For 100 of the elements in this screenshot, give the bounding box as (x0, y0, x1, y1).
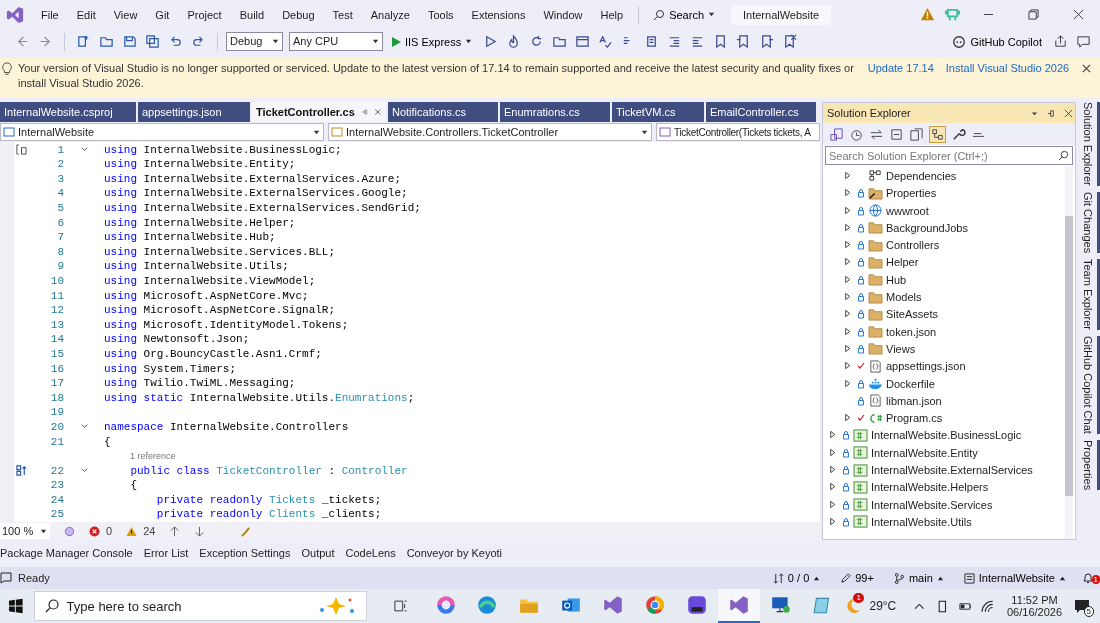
loop-app-icon[interactable] (717, 589, 760, 623)
snippet-icon[interactable] (15, 144, 27, 156)
tree-item[interactable]: Controllers (886, 239, 940, 252)
bookmark-next-icon[interactable] (759, 34, 775, 50)
menu-item[interactable]: Test (323, 8, 362, 21)
tree-item[interactable]: InternalWebsite.Helpers (871, 481, 989, 494)
tree-item[interactable]: appsettings.json (886, 360, 966, 373)
tool-window-tab[interactable]: Conveyor by Keyoti (401, 547, 508, 560)
warning-icon[interactable] (126, 525, 138, 537)
feedback-icon[interactable] (1076, 34, 1091, 50)
wifi-icon[interactable] (981, 599, 994, 613)
repository-button[interactable]: InternalWebsite (959, 572, 1070, 585)
tree-item[interactable]: Dockerfile (886, 377, 935, 390)
side-tab[interactable]: GitHub Copilot Chat (1078, 336, 1100, 434)
share-icon[interactable] (1053, 34, 1068, 50)
error-icon[interactable] (89, 525, 100, 537)
pin-icon[interactable] (1047, 108, 1056, 118)
menu-item[interactable]: Extensions (462, 8, 535, 21)
override-icon[interactable] (15, 465, 27, 477)
side-tab[interactable]: Git Changes (1078, 192, 1100, 254)
tree-item[interactable]: SiteAssets (886, 308, 938, 321)
tree-item[interactable]: Program.cs (886, 412, 943, 425)
menu-item[interactable]: Window (534, 8, 592, 21)
close-icon[interactable] (1073, 9, 1084, 21)
scrollbar[interactable] (1065, 166, 1073, 540)
document-tab[interactable]: TicketVM.cs (612, 102, 704, 123)
spellcheck-icon[interactable] (598, 34, 614, 50)
filter-icon[interactable] (929, 125, 946, 143)
document-tab[interactable]: appsettings.json (138, 102, 250, 123)
reference-count[interactable]: 1 reference (104, 451, 176, 462)
navigation-dropdown[interactable]: InternalWebsite.Controllers.TicketController (328, 123, 652, 142)
menu-item[interactable]: Project (178, 8, 231, 21)
tool-window-tab[interactable]: CodeLens (340, 547, 401, 560)
platform-dropdown[interactable]: Any CPU (289, 32, 383, 52)
window-icon[interactable] (575, 34, 591, 50)
tree-item[interactable]: Hub (886, 273, 907, 286)
tree-item[interactable]: InternalWebsite.ExternalServices (871, 464, 1033, 476)
document-tab[interactable]: EmailController.cs (706, 102, 816, 123)
brush-icon[interactable] (239, 525, 253, 537)
document-tab[interactable]: TicketController.cs (252, 102, 386, 123)
bell-icon[interactable] (1082, 572, 1094, 585)
clock-date[interactable]: 06/16/2026 (1006, 606, 1063, 618)
arrow-up-icon[interactable] (169, 525, 181, 537)
info-link[interactable]: Install Visual Studio 2026 (945, 60, 1070, 76)
menu-item[interactable]: Build (230, 8, 274, 21)
navigation-dropdown[interactable]: TicketController(Tickets tickets, A (656, 123, 820, 142)
tool-window-tab[interactable]: Output (296, 547, 340, 560)
collapse-all-icon[interactable] (889, 126, 904, 142)
side-tab[interactable]: Solution Explorer (1078, 102, 1100, 187)
tree-item[interactable]: token.json (886, 325, 937, 338)
clock-time[interactable]: 11:52 PM (1011, 594, 1058, 606)
bookmark-clear-icon[interactable] (782, 34, 798, 50)
tree-item[interactable]: Dependencies (886, 169, 957, 182)
tree-item[interactable]: InternalWebsite.BusinessLogic (871, 429, 1022, 442)
document-tab[interactable]: InternalWebsite.csproj (0, 102, 136, 123)
info-link[interactable]: Update 17.14 (867, 60, 934, 76)
output-icon[interactable] (0, 572, 12, 585)
copy-icon[interactable] (909, 126, 924, 142)
menu-item[interactable]: Edit (67, 8, 105, 21)
save-icon[interactable] (122, 34, 137, 50)
taskbar-search-field[interactable]: Type here to search (33, 591, 368, 621)
health-icon[interactable] (64, 525, 75, 537)
restore-icon[interactable] (1028, 9, 1039, 21)
folder-icon[interactable] (552, 34, 568, 50)
menu-item[interactable]: Git (146, 8, 179, 21)
close-icon[interactable] (1064, 108, 1073, 118)
configuration-dropdown[interactable]: Debug (226, 32, 283, 52)
switch-views-icon[interactable] (829, 126, 844, 142)
tree-item[interactable]: BackgroundJobs (886, 221, 968, 234)
tree-item[interactable]: InternalWebsite.Utils (871, 515, 972, 528)
windows-start-icon[interactable] (8, 598, 24, 614)
close-icon[interactable] (374, 107, 382, 118)
branch-button[interactable]: main (889, 572, 948, 585)
tool-window-tab[interactable]: Exception Settings (194, 547, 296, 560)
menu-item[interactable]: View (104, 8, 147, 21)
tree-item[interactable]: InternalWebsite.Entity (871, 446, 978, 459)
arrow-down-icon[interactable] (194, 525, 206, 537)
save-all-icon[interactable] (145, 34, 160, 50)
tool-window-tab[interactable]: Error List (138, 547, 194, 560)
menu-item[interactable]: Analyze (361, 8, 419, 21)
notification-icon[interactable] (1074, 598, 1091, 614)
temperature[interactable]: 29°C (869, 599, 897, 613)
menu-item[interactable]: Help (591, 8, 633, 21)
search-field[interactable]: Search Solution Explorer (Ctrl+;) (825, 146, 1073, 166)
tree-item[interactable]: Views (886, 342, 916, 355)
tree-item[interactable]: Helper (886, 256, 919, 269)
warning-icon[interactable] (920, 7, 935, 23)
tool-window-tab[interactable]: Package Manager Console (0, 547, 138, 560)
side-tab[interactable]: Team Explorer (1078, 259, 1100, 331)
pin-icon[interactable] (360, 107, 369, 118)
menu-item[interactable]: Tools (418, 8, 463, 21)
document-tab[interactable]: Notifications.cs (388, 102, 498, 123)
open-folder-icon[interactable] (99, 34, 114, 50)
menu-item[interactable]: Debug (273, 8, 324, 21)
changes-button[interactable]: 0 / 0 (768, 572, 825, 585)
tree-item[interactable]: wwwroot (886, 204, 929, 217)
tree-item[interactable]: Models (886, 291, 922, 304)
menu-item[interactable]: File (32, 8, 68, 21)
side-tab[interactable]: Properties (1078, 440, 1100, 491)
edits-button[interactable]: 99+ (836, 572, 878, 585)
